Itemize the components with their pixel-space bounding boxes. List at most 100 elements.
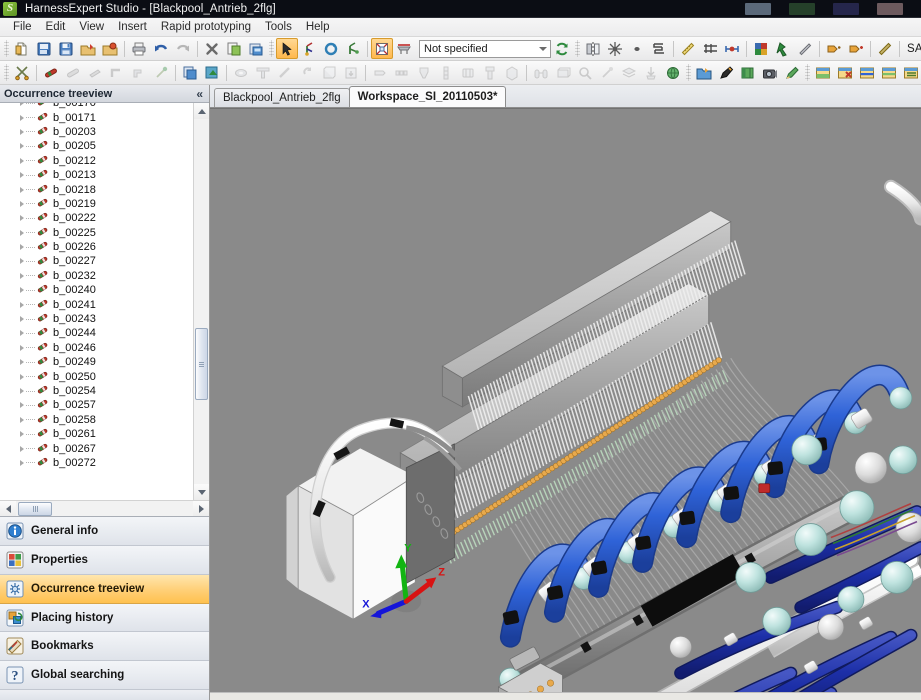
tree-item[interactable]: b_00212 — [0, 154, 193, 168]
expand-arrow-icon[interactable] — [20, 201, 24, 207]
bend-block-icon[interactable] — [128, 62, 150, 83]
cable-taper-icon[interactable] — [84, 62, 106, 83]
measure-length-icon[interactable] — [677, 38, 699, 59]
tree-item[interactable]: b_00241 — [0, 297, 193, 311]
tree-item[interactable]: b_00249 — [0, 355, 193, 369]
insert-part-icon[interactable] — [340, 62, 362, 83]
place-part-icon[interactable] — [201, 62, 223, 83]
section-cut-icon[interactable] — [393, 38, 415, 59]
occurrence-treeview[interactable]: b_00170b_00171b_00203b_00205b_00212b_002… — [0, 103, 209, 517]
tab-workspace-si[interactable]: Workspace_SI_20110503* — [349, 86, 507, 107]
terminal-icon[interactable] — [435, 62, 457, 83]
loop-icon[interactable] — [296, 62, 318, 83]
tree-item[interactable]: b_00240 — [0, 283, 193, 297]
expand-arrow-icon[interactable] — [20, 215, 24, 221]
menu-insert[interactable]: Insert — [111, 20, 154, 34]
run-simulation-icon[interactable] — [772, 38, 794, 59]
delete-icon[interactable] — [201, 38, 223, 59]
3d-viewport[interactable]: X Y Z — [210, 108, 921, 692]
horizontal-scroll-thumb[interactable] — [18, 502, 52, 516]
expand-arrow-icon[interactable] — [20, 115, 24, 121]
toolbar-grip-icon-2[interactable] — [269, 40, 274, 57]
tree-item[interactable]: b_00246 — [0, 341, 193, 355]
select-pointer-icon[interactable] — [276, 38, 298, 59]
scroll-up-icon[interactable] — [194, 103, 209, 119]
dimension-icon[interactable] — [721, 38, 743, 59]
transform-icon[interactable] — [342, 38, 364, 59]
expand-arrow-icon[interactable] — [20, 446, 24, 452]
expand-arrow-icon[interactable] — [20, 172, 24, 178]
copy-to-library-icon[interactable] — [223, 38, 245, 59]
save-camera-hoops-label[interactable]: SAVE CAMERA HOOPS — [903, 43, 921, 55]
table-grid-icon[interactable] — [900, 62, 921, 83]
tree-item[interactable]: b_00258 — [0, 413, 193, 427]
tree-vertical-scrollbar[interactable] — [193, 103, 209, 500]
expand-arrow-icon[interactable] — [20, 345, 24, 351]
table-delete-icon[interactable] — [834, 62, 856, 83]
save-icon[interactable] — [55, 38, 77, 59]
tree-item[interactable]: b_00205 — [0, 139, 193, 153]
marker-pen-icon[interactable] — [715, 62, 737, 83]
expand-arrow-icon[interactable] — [20, 460, 24, 466]
menu-rapid-prototyping[interactable]: Rapid prototyping — [154, 20, 258, 34]
expand-arrow-icon[interactable] — [20, 330, 24, 336]
menu-edit[interactable]: Edit — [39, 20, 73, 34]
tree-item[interactable]: b_00222 — [0, 211, 193, 225]
print-icon[interactable] — [128, 38, 150, 59]
sidebar-nav-placing-history[interactable]: Placing history — [0, 604, 209, 633]
zoom-glass-icon[interactable] — [574, 62, 596, 83]
menu-view[interactable]: View — [72, 20, 111, 34]
bend-corner-icon[interactable] — [106, 62, 128, 83]
toolbar2-grip-icon-3[interactable] — [805, 64, 810, 81]
explode-icon[interactable] — [604, 38, 626, 59]
toolbar-grip-icon-3[interactable] — [575, 40, 580, 57]
paste-from-library-icon[interactable] — [245, 38, 267, 59]
pin-node-icon[interactable] — [150, 62, 172, 83]
cable-segment-icon[interactable] — [40, 62, 62, 83]
flatten-icon[interactable] — [648, 38, 670, 59]
tree-item[interactable]: b_00254 — [0, 384, 193, 398]
cut-wire-icon[interactable] — [11, 62, 33, 83]
sidebar-nav-properties[interactable]: Properties — [0, 546, 209, 575]
chevron-down-icon[interactable] — [539, 47, 547, 51]
tree-item[interactable]: b_00227 — [0, 254, 193, 268]
connector-3-icon[interactable] — [413, 62, 435, 83]
clamp-icon[interactable] — [252, 62, 274, 83]
probe-icon[interactable] — [596, 62, 618, 83]
mirror-icon[interactable] — [582, 38, 604, 59]
export-icon[interactable] — [99, 38, 121, 59]
tree-item[interactable]: b_00232 — [0, 269, 193, 283]
new-document-icon[interactable] — [11, 38, 33, 59]
expand-arrow-icon[interactable] — [20, 287, 24, 293]
move-axis-icon[interactable] — [298, 38, 320, 59]
expand-arrow-icon[interactable] — [20, 258, 24, 264]
sidebar-nav-general-info[interactable]: General info — [0, 517, 209, 546]
folder-open-icon[interactable] — [693, 62, 715, 83]
horizontal-scroll-track[interactable] — [52, 501, 193, 517]
wireframe-toggle-icon[interactable] — [371, 38, 393, 59]
paint-brush-icon[interactable] — [781, 62, 803, 83]
clone-part-icon[interactable] — [179, 62, 201, 83]
expand-arrow-icon[interactable] — [20, 431, 24, 437]
menu-file[interactable]: File — [6, 20, 39, 34]
expand-arrow-icon[interactable] — [20, 103, 24, 106]
binocular-icon[interactable] — [530, 62, 552, 83]
mode-combo[interactable]: Not specified — [419, 40, 551, 58]
tree-item[interactable]: b_00171 — [0, 110, 193, 124]
panel-icon[interactable] — [501, 62, 523, 83]
camera-icon[interactable] — [759, 62, 781, 83]
fixture-icon[interactable] — [479, 62, 501, 83]
expand-arrow-icon[interactable] — [20, 359, 24, 365]
next-branch-icon[interactable] — [823, 38, 845, 59]
book-icon[interactable] — [737, 62, 759, 83]
tree-item[interactable]: b_00243 — [0, 312, 193, 326]
scroll-left-icon[interactable] — [0, 501, 16, 517]
ruler-icon[interactable] — [874, 38, 896, 59]
tab-blackpool-antrieb[interactable]: Blackpool_Antrieb_2flg — [214, 88, 350, 107]
connector-2-icon[interactable] — [391, 62, 413, 83]
table-sort-icon[interactable] — [878, 62, 900, 83]
collapse-panel-icon[interactable]: « — [194, 87, 205, 101]
import-icon[interactable] — [77, 38, 99, 59]
expand-arrow-icon[interactable] — [20, 374, 24, 380]
tree-item[interactable]: b_00213 — [0, 168, 193, 182]
